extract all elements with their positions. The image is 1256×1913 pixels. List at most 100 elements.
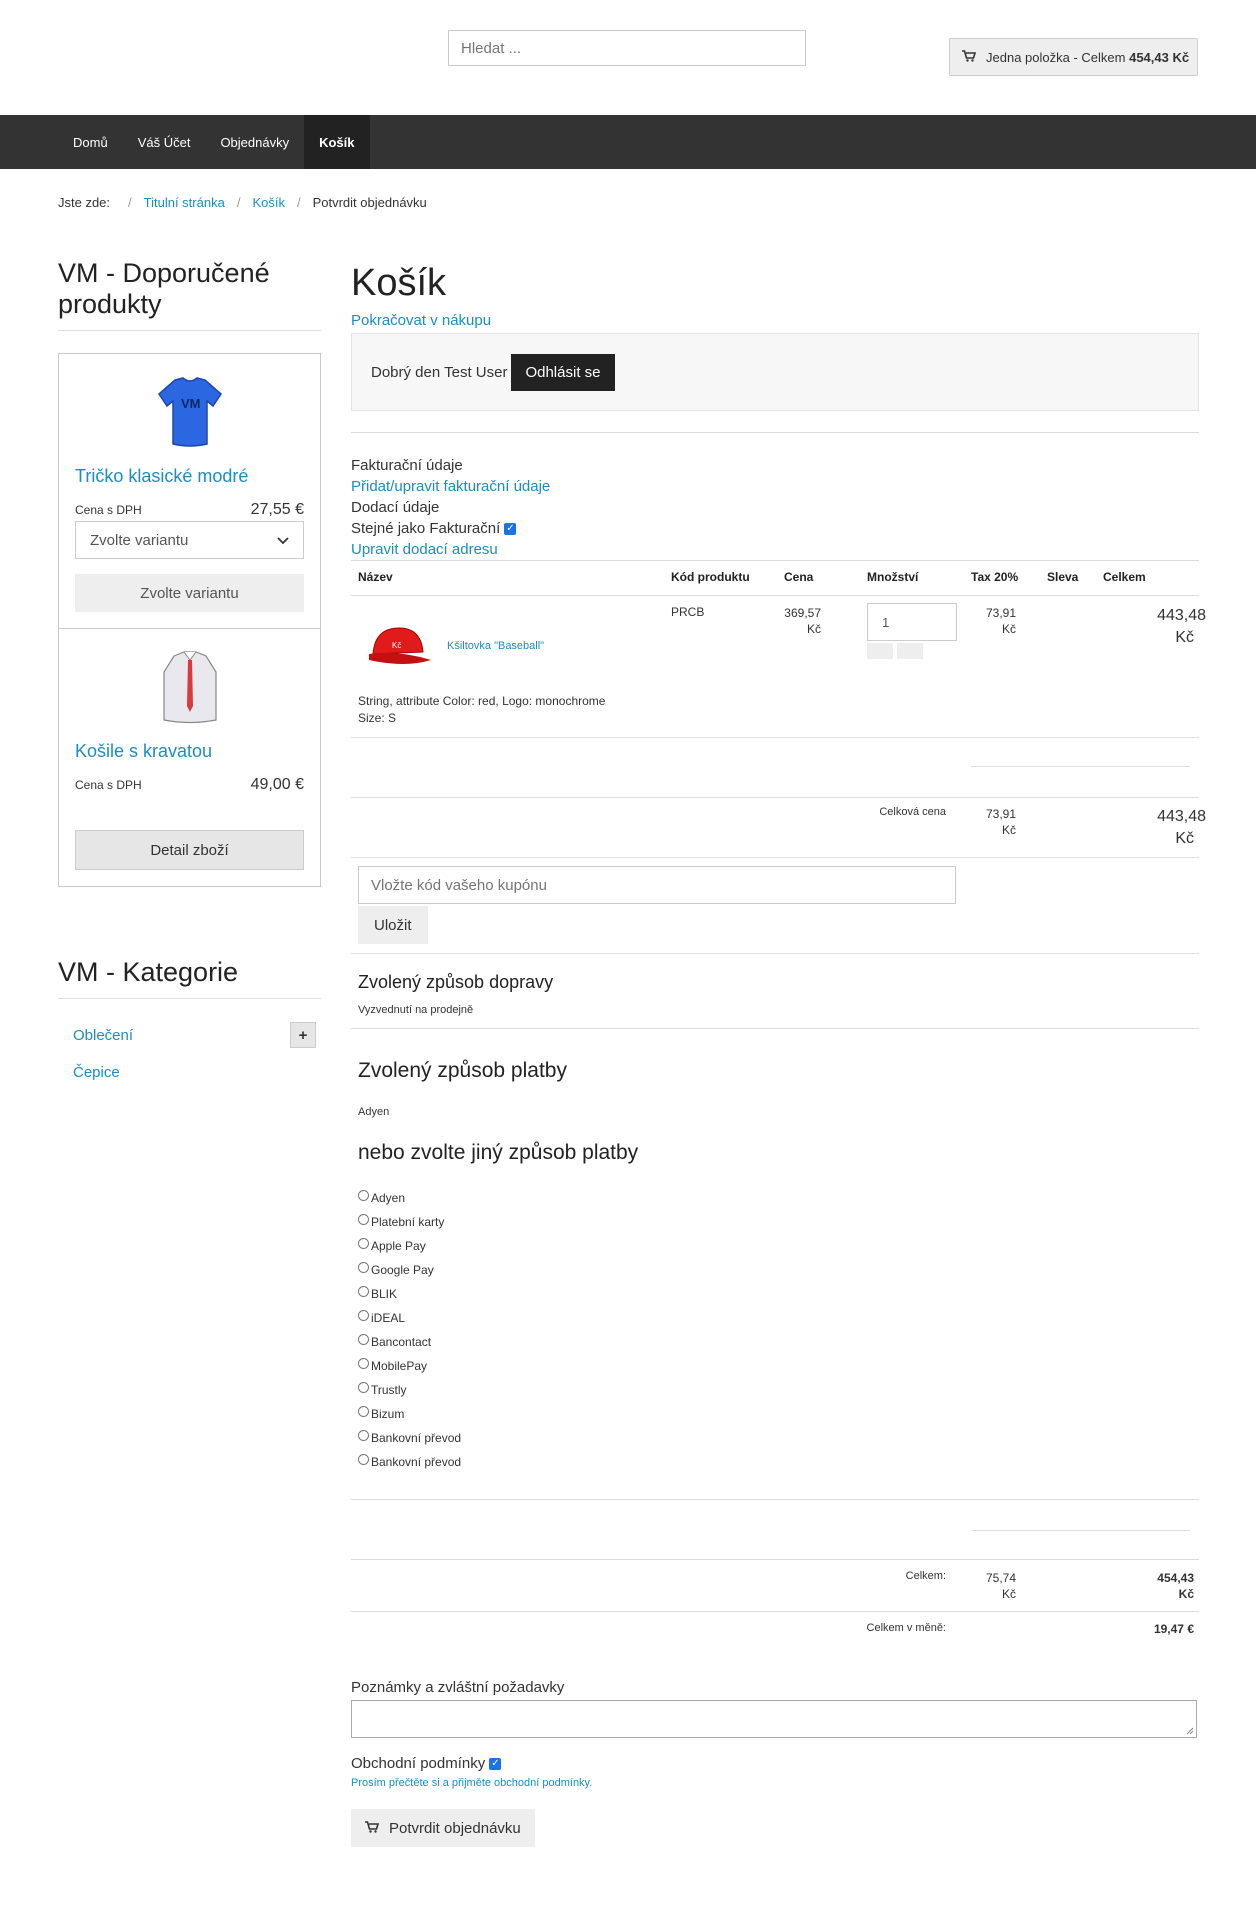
cart-icon [962, 49, 977, 65]
terms-link[interactable]: Prosím přečtěte si a přijměte obchodní p… [351, 1777, 1199, 1789]
address-section: Fakturační údaje Přidat/upravit fakturač… [351, 455, 1199, 560]
cart-label: Jedna položka - Celkem [986, 49, 1126, 65]
cart-item-tax: 73,91 [985, 606, 1016, 620]
breadcrumb-current: Potvrdit objednávku [312, 195, 427, 210]
continue-shopping-link[interactable]: Pokračovat v nákupu [351, 312, 1199, 329]
sidebar: VM - Doporučené produkty VM Tričko klasi… [58, 258, 321, 1089]
login-box: Dobrý den Test User Odhlásit se [351, 333, 1199, 411]
billing-label: Fakturační údaje [351, 457, 463, 474]
shipping-section: Zvolený způsob dopravy Vyzvednutí na pro… [351, 954, 1199, 1029]
payment-option-label: BLIK [371, 1287, 398, 1301]
product-name-shirt[interactable]: Košile s kravatou [75, 741, 304, 762]
coupon-section: Uložit [351, 858, 1199, 954]
radio-icon[interactable] [358, 1429, 369, 1441]
payment-option[interactable]: Adyen [358, 1186, 461, 1210]
logout-button[interactable]: Odhlásit se [511, 353, 615, 391]
grand-total-tax-currency: Kč [1001, 1587, 1016, 1601]
cart-item-name[interactable]: Kšiltovka "Baseball" [447, 640, 544, 652]
category-link-clothing[interactable]: Oblečení [73, 1027, 133, 1044]
payment-option-label: Bancontact [371, 1335, 432, 1349]
featured-products-title: VM - Doporučené produkty [58, 258, 321, 331]
payment-option[interactable]: Trustly [358, 1378, 461, 1402]
product-name-tshirt[interactable]: Tričko klasické modré [75, 466, 304, 487]
price-label: Cena s DPH [75, 778, 142, 792]
variant-select[interactable]: Zvolte variantu [75, 521, 304, 559]
radio-icon[interactable] [358, 1213, 369, 1225]
notes-section: Poznámky a zvláštní požadavky [351, 1679, 1199, 1738]
breadcrumb-home[interactable]: Titulní stránka [144, 195, 225, 210]
payment-option[interactable]: Apple Pay [358, 1234, 461, 1258]
payment-option[interactable]: BLIK [358, 1282, 461, 1306]
payment-option-label: Bankovní převod [371, 1431, 462, 1445]
product-price: 49,00 € [250, 776, 304, 793]
breadcrumb-cart[interactable]: Košík [252, 195, 285, 210]
payment-option[interactable]: MobilePay [358, 1354, 461, 1378]
payment-option-label: iDEAL [371, 1311, 406, 1325]
radio-icon[interactable] [358, 1453, 369, 1465]
payment-option[interactable]: Bizum [358, 1402, 461, 1426]
col-total: Celkem [1103, 570, 1146, 584]
remove-item-button[interactable] [897, 643, 923, 659]
grand-total-row: Celkem: 75,74 Kč 454,43 Kč [351, 1560, 1199, 1612]
confirm-order-label: Potvrdit objednávku [389, 1819, 521, 1837]
expand-plus-icon[interactable]: + [290, 1022, 316, 1048]
nav-item-orders[interactable]: Objednávky [205, 115, 304, 169]
cart-item-tax-currency: Kč [1001, 622, 1016, 636]
payment-option-label: Bizum [371, 1407, 405, 1421]
payment-section: Zvolený způsob platby Adyen nebo zvolte … [351, 1029, 1199, 1500]
greeting-text: Dobrý den Test User [371, 363, 508, 381]
update-quantity-button[interactable] [867, 643, 893, 659]
tshirt-image[interactable]: VM [75, 368, 304, 458]
radio-icon[interactable] [358, 1285, 369, 1297]
cart-item-total: 443,48 [1157, 607, 1206, 624]
same-as-billing-checkbox[interactable]: ✓ [504, 523, 517, 536]
payment-option[interactable]: Google Pay [358, 1258, 461, 1282]
choose-variant-button[interactable]: Zvolte variantu [75, 574, 304, 612]
terms-checkbox[interactable]: ✓ [489, 1758, 502, 1771]
quantity-input[interactable] [867, 603, 957, 641]
shipping-title: Zvolený způsob dopravy [358, 972, 554, 992]
cart-summary-button[interactable]: Jedna položka - Celkem 454,43 Kč [949, 38, 1198, 76]
payment-option[interactable]: Bancontact [358, 1330, 461, 1354]
nav-item-cart[interactable]: Košík [304, 115, 370, 169]
product-detail-button[interactable]: Detail zboží [75, 830, 304, 870]
payment-option[interactable]: Bankovní převod [358, 1426, 461, 1450]
payment-option[interactable]: iDEAL [358, 1306, 461, 1330]
col-name: Název [358, 570, 393, 584]
billing-edit-link[interactable]: Přidat/upravit fakturační údaje [351, 476, 1199, 497]
confirm-order-button[interactable]: Potvrdit objednávku [351, 1809, 535, 1847]
cart-item-price-currency: Kč [806, 622, 821, 636]
radio-icon[interactable] [358, 1357, 369, 1369]
category-link-caps[interactable]: Čepice [73, 1064, 120, 1081]
cart-item-attrs: String, attribute Color: red, Logo: mono… [358, 694, 606, 708]
cap-image[interactable]: Kč [365, 622, 433, 675]
terms-label: Obchodní podmínky [351, 1755, 486, 1772]
col-price: Cena [784, 570, 814, 584]
alt-payment-title: nebo zvolte jiný způsob platby [358, 1141, 639, 1164]
radio-icon[interactable] [358, 1381, 369, 1393]
coupon-input[interactable] [358, 866, 956, 904]
svg-text:VM: VM [181, 396, 201, 411]
nav-item-home[interactable]: Domů [58, 115, 123, 169]
radio-icon[interactable] [358, 1189, 369, 1201]
subtotal-tax: 73,91 [985, 807, 1016, 821]
radio-icon[interactable] [358, 1405, 369, 1417]
shirt-tie-image[interactable] [75, 643, 304, 733]
cart-total: 454,43 Kč [1129, 49, 1190, 65]
radio-icon[interactable] [358, 1309, 369, 1321]
coupon-save-button[interactable]: Uložit [358, 906, 428, 944]
grand-total-label: Celkem: [905, 1570, 946, 1582]
radio-icon[interactable] [358, 1237, 369, 1249]
payment-option[interactable]: Platební karty [358, 1210, 461, 1234]
payment-option-label: Apple Pay [371, 1239, 426, 1253]
shipping-edit-link[interactable]: Upravit dodací adresu [351, 539, 1199, 560]
radio-icon[interactable] [358, 1261, 369, 1273]
nav-item-account[interactable]: Váš Účet [123, 115, 206, 169]
search-input[interactable] [448, 30, 806, 66]
payment-option-label: Google Pay [371, 1263, 434, 1277]
notes-textarea[interactable] [351, 1700, 1197, 1738]
col-tax: Tax 20% [971, 570, 1019, 584]
payment-option[interactable]: Bankovní převod [358, 1450, 461, 1474]
resize-handle-icon[interactable] [1186, 1727, 1194, 1735]
radio-icon[interactable] [358, 1333, 369, 1345]
